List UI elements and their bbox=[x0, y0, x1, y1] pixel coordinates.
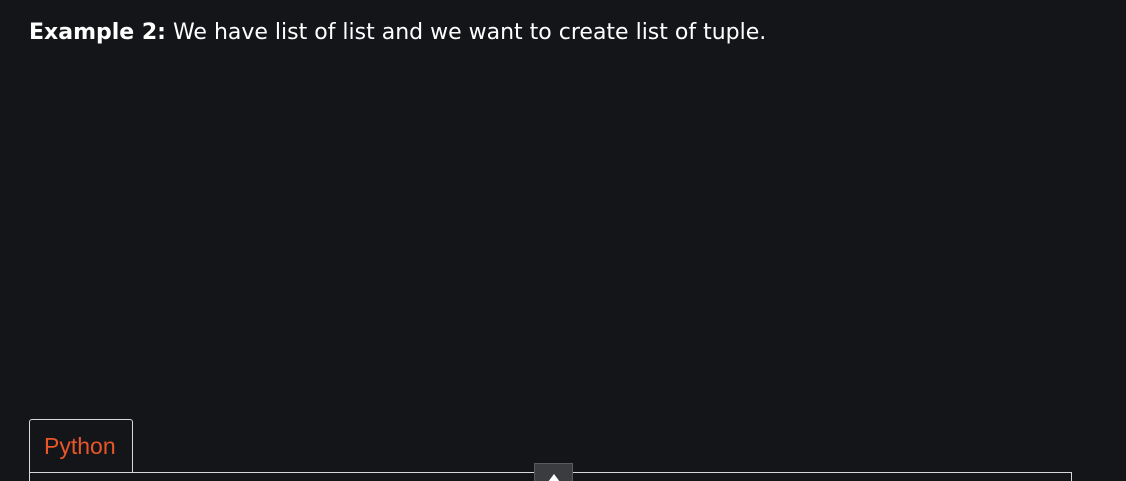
blank-content-area bbox=[0, 70, 1126, 400]
tab-python[interactable]: Python bbox=[29, 419, 133, 473]
scroll-up-button[interactable] bbox=[534, 463, 573, 481]
page: Example 2: We have list of list and we w… bbox=[0, 0, 1126, 481]
chevron-up-icon bbox=[548, 474, 560, 481]
example-heading: Example 2: We have list of list and we w… bbox=[29, 18, 766, 48]
tab-python-label: Python bbox=[44, 433, 116, 459]
example-description: We have list of list and we want to crea… bbox=[165, 20, 767, 45]
example-label: Example 2: bbox=[29, 20, 166, 45]
